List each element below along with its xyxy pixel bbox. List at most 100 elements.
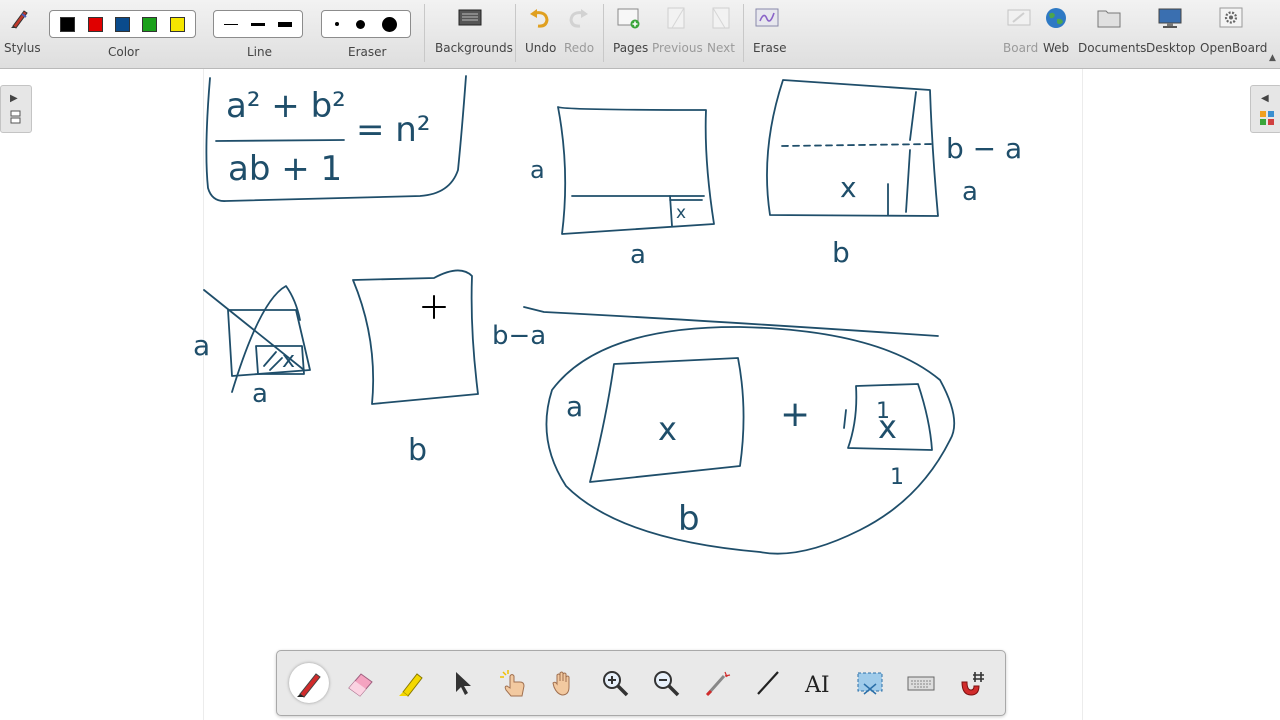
- color-black-swatch[interactable]: [60, 16, 76, 32]
- crosshair-cursor-icon: [422, 295, 446, 319]
- redo-icon: [569, 9, 588, 28]
- label-x: x: [676, 203, 686, 223]
- selector-tool-button[interactable]: [442, 663, 482, 703]
- eraser-size-picker: Eraser: [320, 0, 412, 68]
- erase-board-button[interactable]: Erase: [748, 0, 788, 68]
- previous-page-icon: [667, 7, 685, 29]
- color-green-swatch[interactable]: [142, 16, 158, 32]
- text-tool-button[interactable]: AI: [799, 663, 839, 703]
- color-blue-swatch[interactable]: [114, 16, 130, 32]
- capture-tool-button[interactable]: [850, 663, 890, 703]
- eraser-icon: [348, 673, 373, 697]
- previous-label: Previous: [652, 41, 703, 55]
- zoom-in-tool-button[interactable]: [595, 663, 635, 703]
- board-canvas[interactable]: ▶ ◀ a² + b² ab + 1 = n² a x a b − a a x …: [0, 69, 1280, 720]
- line-thin-option[interactable]: [224, 23, 239, 25]
- stylus-label: Stylus: [4, 41, 41, 55]
- figure-square-a: a x a: [530, 106, 715, 270]
- redo-label: Redo: [564, 41, 595, 55]
- equation-group: a² + b² ab + 1 = n²: [205, 75, 467, 202]
- line-icon: [757, 671, 779, 695]
- stylus-button[interactable]: Stylus: [0, 0, 42, 68]
- eraser-tool-button[interactable]: [340, 663, 380, 703]
- board-mode-button[interactable]: Board: [1000, 0, 1038, 68]
- interact-tool-button[interactable]: [493, 663, 533, 703]
- openboard-menu-button[interactable]: OpenBoard: [1198, 0, 1268, 68]
- ink-stroke: [523, 306, 939, 337]
- board-icon: [1007, 9, 1031, 26]
- next-page-icon: [712, 7, 730, 29]
- equation-numerator: a² + b²: [226, 86, 346, 126]
- zoom-out-icon: [654, 671, 680, 697]
- board-label: Board: [1003, 41, 1039, 55]
- undo-icon: [530, 9, 549, 28]
- toolbar-separator: [603, 4, 604, 62]
- label-a: a: [252, 379, 268, 409]
- eraser-large-option[interactable]: [382, 16, 398, 32]
- erase-icon: [755, 8, 779, 27]
- arrow-pointer-icon: [456, 672, 471, 695]
- desktop-label: Desktop: [1146, 41, 1196, 55]
- backgrounds-label: Backgrounds: [435, 41, 513, 55]
- desktop-mode-button[interactable]: Desktop: [1144, 0, 1196, 68]
- magnet-tool-button[interactable]: [952, 663, 992, 703]
- gear-icon: [1219, 7, 1243, 28]
- label-b: b: [832, 236, 850, 269]
- svg-text:AI: AI: [804, 673, 830, 698]
- undo-button[interactable]: Undo: [522, 0, 558, 68]
- toolbar-collapse-icon[interactable]: ▲: [1269, 53, 1276, 63]
- hand-tool-button[interactable]: [544, 663, 584, 703]
- color-picker: Color: [48, 0, 198, 68]
- desktop-icon: [1158, 8, 1182, 28]
- laser-pointer-tool-button[interactable]: [697, 663, 737, 703]
- ink-stroke: [781, 143, 936, 147]
- color-yellow-swatch[interactable]: [169, 16, 185, 32]
- web-label: Web: [1043, 41, 1070, 55]
- line-label: Line: [247, 45, 273, 59]
- eraser-label: Eraser: [348, 45, 387, 59]
- stylus-icon: [11, 10, 28, 29]
- tool-dock: AI: [276, 650, 1006, 716]
- zoom-out-tool-button[interactable]: [646, 663, 686, 703]
- pages-button[interactable]: Pages: [610, 0, 648, 68]
- openboard-label: OpenBoard: [1200, 41, 1268, 55]
- color-red-swatch[interactable]: [87, 16, 103, 32]
- figure-ellipse-group: a x + 1 x 1 b: [545, 326, 956, 555]
- main-toolbar: Stylus Color Line Eraser Backgrounds Und…: [0, 0, 1280, 69]
- keyboard-icon: [907, 676, 935, 691]
- ink-stroke: [905, 91, 917, 213]
- ink-stroke: [843, 409, 847, 429]
- documents-mode-button[interactable]: Documents: [1076, 0, 1146, 68]
- documents-label: Documents: [1078, 41, 1147, 55]
- eraser-medium-option[interactable]: [355, 19, 365, 29]
- line-thick-option[interactable]: [277, 21, 292, 27]
- screen-capture-icon: [857, 672, 883, 695]
- color-label: Color: [108, 45, 140, 59]
- label-x: x: [282, 348, 295, 373]
- pages-label: Pages: [613, 41, 649, 55]
- label-b: b: [408, 433, 427, 468]
- add-page-icon: [617, 8, 640, 29]
- label-x: x: [878, 408, 897, 446]
- label-x: x: [840, 171, 857, 204]
- label-x: x: [658, 410, 677, 448]
- backgrounds-button[interactable]: Backgrounds: [432, 0, 513, 68]
- line-segment: [213, 10, 303, 38]
- web-mode-button[interactable]: Web: [1040, 0, 1072, 68]
- redo-button[interactable]: Redo: [562, 0, 596, 68]
- line-medium-option[interactable]: [250, 22, 265, 26]
- previous-page-button[interactable]: Previous: [650, 0, 703, 68]
- keyboard-tool-button[interactable]: [901, 663, 941, 703]
- highlighter-tool-button[interactable]: [391, 663, 431, 703]
- next-page-button[interactable]: Next: [704, 0, 738, 68]
- line-tool-button[interactable]: [748, 663, 788, 703]
- figure-small-sketch: a x a: [193, 285, 311, 409]
- pointing-hand-icon: [500, 670, 525, 697]
- backgrounds-icon: [458, 9, 482, 26]
- folder-icon: [1097, 10, 1121, 28]
- erase-label: Erase: [753, 41, 787, 55]
- eraser-small-option[interactable]: [334, 22, 339, 26]
- label-a: a: [630, 240, 646, 270]
- hand-icon: [552, 671, 570, 696]
- pen-tool-button[interactable]: [289, 663, 329, 703]
